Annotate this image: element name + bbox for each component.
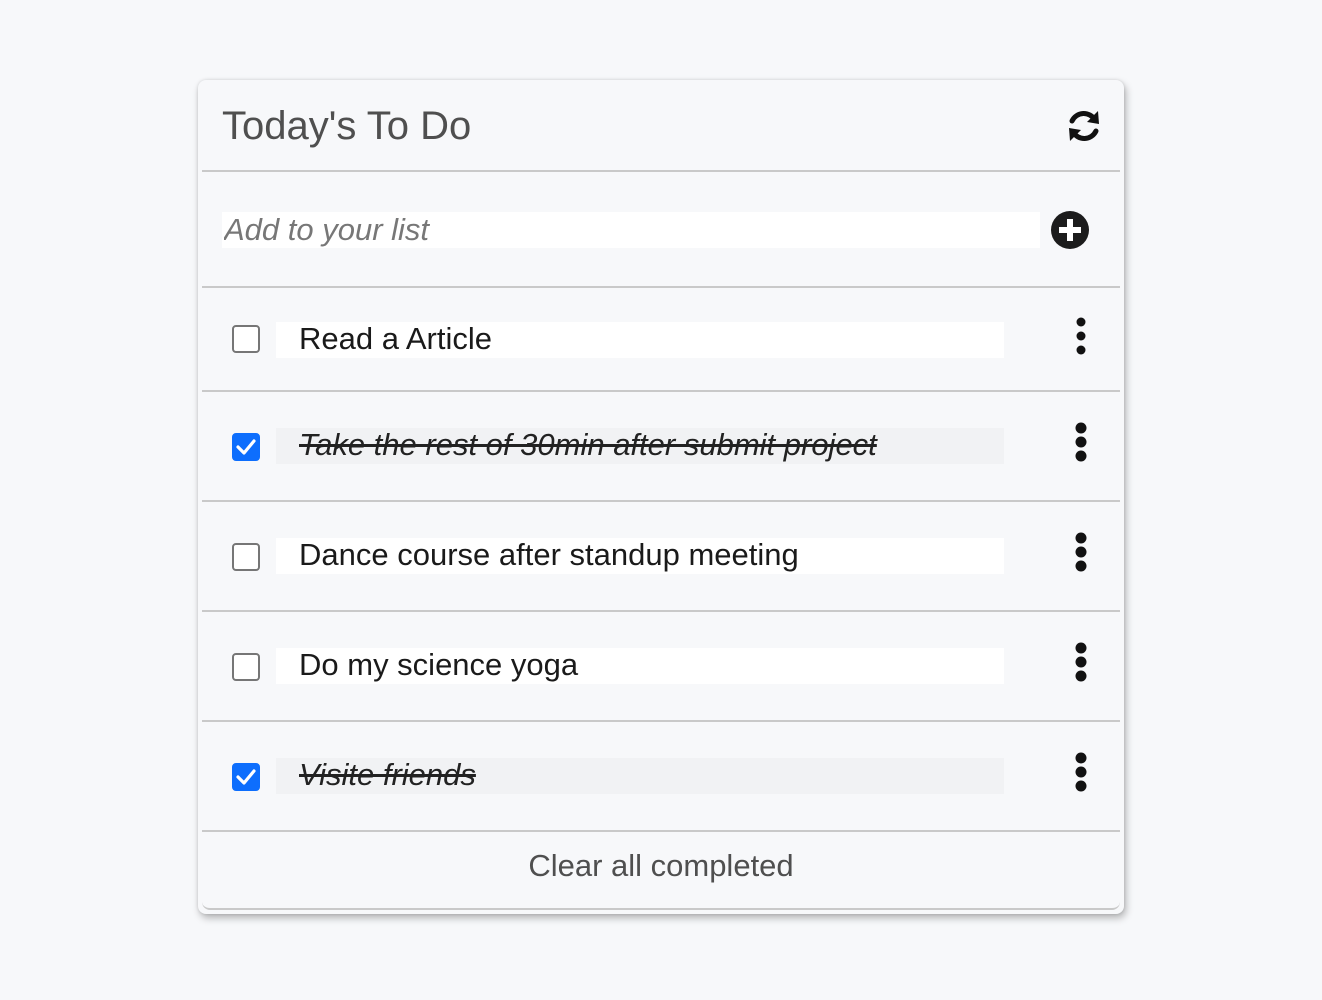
task-checkbox[interactable] [232, 433, 260, 461]
card-header: Today's To Do [202, 80, 1120, 172]
page-title: Today's To Do [222, 104, 472, 148]
task-text[interactable]: Take the rest of 30min after submit proj… [276, 428, 1004, 464]
task-menu-button[interactable] [1068, 642, 1094, 686]
clear-completed-button[interactable]: Clear all completed [202, 848, 1120, 884]
task-checkbox[interactable] [232, 543, 260, 571]
task-text[interactable]: Read a Article [276, 322, 1004, 358]
todo-card: Today's To Do Read a Article [198, 80, 1124, 914]
task-text[interactable]: Do my science yoga [276, 648, 1004, 684]
list-item: Read a Article [202, 288, 1120, 392]
more-vertical-icon [1075, 422, 1087, 462]
list-item: Dance course after standup meeting [202, 502, 1120, 612]
list-item: Visite friends [202, 722, 1120, 832]
task-menu-button[interactable] [1068, 422, 1094, 466]
more-vertical-icon [1075, 642, 1087, 682]
refresh-button[interactable] [1064, 106, 1104, 146]
refresh-icon [1069, 111, 1099, 141]
checkmark-icon [236, 439, 256, 455]
task-text[interactable]: Visite friends [276, 758, 1004, 794]
list-item: Take the rest of 30min after submit proj… [202, 392, 1120, 502]
more-vertical-icon [1076, 317, 1086, 355]
task-checkbox[interactable] [232, 763, 260, 791]
checkmark-icon [236, 769, 256, 785]
more-vertical-icon [1075, 532, 1087, 572]
task-checkbox[interactable] [232, 653, 260, 681]
add-task-row [202, 172, 1120, 288]
add-task-button[interactable] [1050, 210, 1090, 250]
plus-circle-icon [1051, 211, 1089, 249]
list-item: Do my science yoga [202, 612, 1120, 722]
task-menu-button[interactable] [1068, 316, 1094, 360]
task-checkbox[interactable] [232, 325, 260, 353]
task-list: Read a Article Take the rest of 30min af… [202, 288, 1120, 832]
add-task-input[interactable] [222, 212, 1040, 248]
task-text[interactable]: Dance course after standup meeting [276, 538, 1004, 574]
task-menu-button[interactable] [1068, 532, 1094, 576]
task-menu-button[interactable] [1068, 752, 1094, 796]
more-vertical-icon [1075, 752, 1087, 792]
card-footer: Clear all completed [202, 832, 1120, 910]
